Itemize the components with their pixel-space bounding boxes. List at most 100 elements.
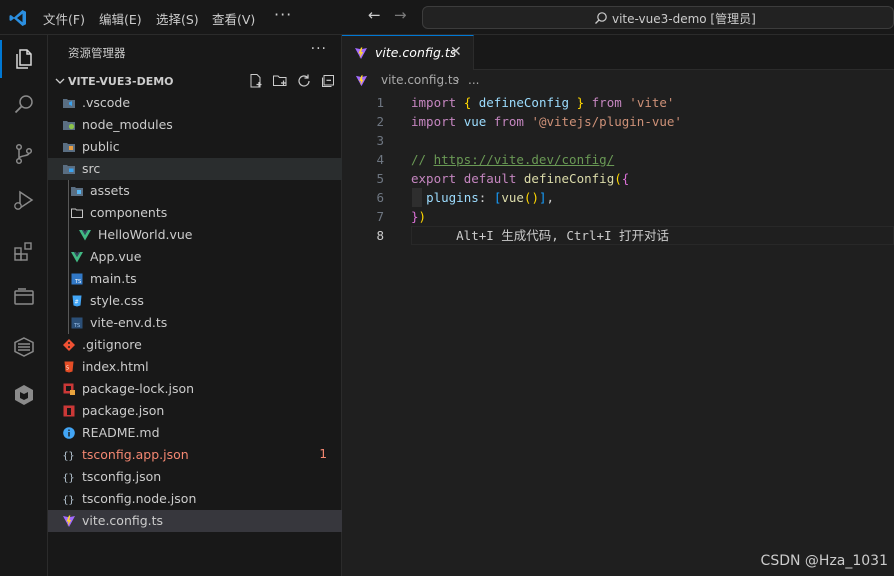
watermark: CSDN @Hza_1031 (760, 553, 888, 569)
search-activity-icon[interactable] (0, 84, 48, 126)
git-file-icon (62, 338, 76, 352)
tree-item-tsconfig-json[interactable]: {} tsconfig.json (48, 466, 342, 488)
tree-item-label: .gitignore (82, 337, 142, 352)
json-file-icon: {} (62, 470, 76, 484)
problem-count-badge: 1 (319, 447, 327, 461)
tree-item-vite-env-d-ts[interactable]: TS vite-env.d.ts (48, 312, 342, 334)
back-arrow-icon[interactable]: ← (368, 6, 381, 24)
ts-file-icon: TS (70, 272, 84, 286)
tree-item-assets[interactable]: assets (48, 180, 342, 202)
tree-item-label: node_modules (82, 117, 173, 132)
code-token: defineConfig (523, 171, 615, 186)
line-number: 6 (376, 190, 384, 205)
editor-group: vite.config.ts ✕ vite.config.ts › ... 1 2… (342, 35, 894, 576)
code-token: vue (501, 190, 524, 205)
vite-file-icon (355, 47, 367, 59)
breadcrumb-file[interactable]: vite.config.ts (381, 73, 459, 87)
gitlens-icon[interactable] (0, 374, 48, 416)
tree-item-label: vite-env.d.ts (90, 315, 168, 330)
explorer-icon[interactable] (0, 38, 48, 80)
vscode-logo-icon[interactable] (8, 8, 28, 28)
chevron-down-icon (55, 78, 65, 84)
code-token: // (411, 152, 434, 167)
tree-item-package-lock-json[interactable]: package-lock.json (48, 378, 342, 400)
vite-file-icon (355, 75, 368, 87)
code-line: import { defineConfig } from 'vite' (411, 93, 674, 112)
vscode-folder-icon (62, 96, 76, 110)
run-debug-icon[interactable] (0, 180, 48, 222)
search-icon (595, 12, 607, 24)
tab-vite-config[interactable]: vite.config.ts ✕ (342, 35, 474, 70)
tree-item-package-json[interactable]: package.json (48, 400, 342, 422)
more-menu-button[interactable]: ··· (274, 5, 292, 24)
breadcrumb-more[interactable]: ... (468, 73, 479, 87)
refresh-icon[interactable] (296, 73, 312, 89)
menu-edit[interactable]: 编辑(E) (99, 9, 142, 28)
new-file-icon[interactable] (248, 73, 264, 89)
tree-item-label: .vscode (82, 95, 131, 110)
vue-file-icon (78, 228, 92, 242)
tree-item-index-html[interactable]: 5 index.html (48, 356, 342, 378)
explorer-more-button[interactable]: ··· (311, 41, 327, 57)
code-token: } (576, 95, 585, 110)
explorer-sidebar: 资源管理器 ··· VITE-VUE3-DEMO .vscode node_mod… (48, 35, 342, 576)
menu-selection[interactable]: 选择(S) (156, 9, 199, 28)
docker-extension-icon[interactable] (0, 326, 48, 368)
code-line: import vue from '@vitejs/plugin-vue' (411, 112, 682, 131)
new-folder-icon[interactable] (272, 73, 288, 89)
tab-label: vite.config.ts (375, 45, 457, 60)
tree-item-tsconfig-app-json[interactable]: {} tsconfig.app.json 1 (48, 444, 342, 466)
tree-item-components[interactable]: components (48, 202, 342, 224)
tree-item-main-ts[interactable]: TS main.ts (48, 268, 342, 290)
command-center-search[interactable]: vite-vue3-demo [管理员] (422, 6, 894, 29)
forward-arrow-icon[interactable]: → (394, 6, 407, 24)
config-docs-link[interactable]: https://vite.dev/config/ (434, 152, 615, 167)
extensions-icon[interactable] (0, 230, 48, 272)
line-number: 7 (376, 209, 384, 224)
remote-explorer-icon[interactable] (0, 276, 48, 318)
collapse-all-icon[interactable] (320, 73, 336, 89)
css-file-icon: # (70, 294, 84, 308)
tree-item-app-vue[interactable]: App.vue (48, 246, 342, 268)
workspace-section-header[interactable]: VITE-VUE3-DEMO (48, 71, 342, 93)
node-folder-icon (62, 118, 76, 132)
line-number: 1 (376, 95, 384, 110)
code-editor[interactable]: 1 2 3 4 5 6 7 8 import { defineConfig } from 'vi… (342, 92, 894, 576)
svg-text:TS: TS (74, 279, 81, 285)
close-icon[interactable]: ✕ (450, 44, 462, 60)
menu-view[interactable]: 查看(V) (212, 9, 255, 28)
code-token: 'vite' (629, 95, 675, 110)
tree-item-gitignore[interactable]: .gitignore (48, 334, 342, 356)
code-token: { (621, 171, 630, 186)
tree-item-tsconfig-node-json[interactable]: {} tsconfig.node.json (48, 488, 342, 510)
source-control-icon[interactable] (0, 133, 48, 175)
tree-item-label: assets (90, 183, 130, 198)
tree-item-public[interactable]: public (48, 136, 342, 158)
menu-file[interactable]: 文件(F) (43, 9, 85, 28)
tree-item-label: tsconfig.app.json (82, 447, 189, 462)
inline-ai-hint: Alt+I 生成代码, Ctrl+I 打开对话 (411, 226, 669, 245)
breadcrumb-separator: › (455, 72, 460, 86)
tree-item-readme-md[interactable]: README.md (48, 422, 342, 444)
tree-item-node-modules[interactable]: node_modules (48, 114, 342, 136)
code-token: import (411, 95, 457, 110)
tree-item-label: vite.config.ts (82, 513, 164, 528)
tree-item-helloworld-vue[interactable]: HelloWorld.vue (48, 224, 342, 246)
svg-text:5: 5 (66, 366, 69, 372)
code-line: export default defineConfig({ (411, 169, 629, 188)
tree-item-vite-config-ts[interactable]: vite.config.ts (48, 510, 342, 532)
tree-item-style-css[interactable]: # style.css (48, 290, 342, 312)
npm-lock-file-icon (62, 382, 76, 396)
tree-item-src[interactable]: src (48, 158, 342, 180)
tree-item-label: index.html (82, 359, 149, 374)
code-line: // https://vite.dev/config/ (411, 150, 614, 169)
line-number: 3 (376, 133, 384, 148)
tree-item-vscode[interactable]: .vscode (48, 92, 342, 114)
folder-outline-icon (70, 206, 84, 220)
code-token: () (523, 190, 539, 205)
